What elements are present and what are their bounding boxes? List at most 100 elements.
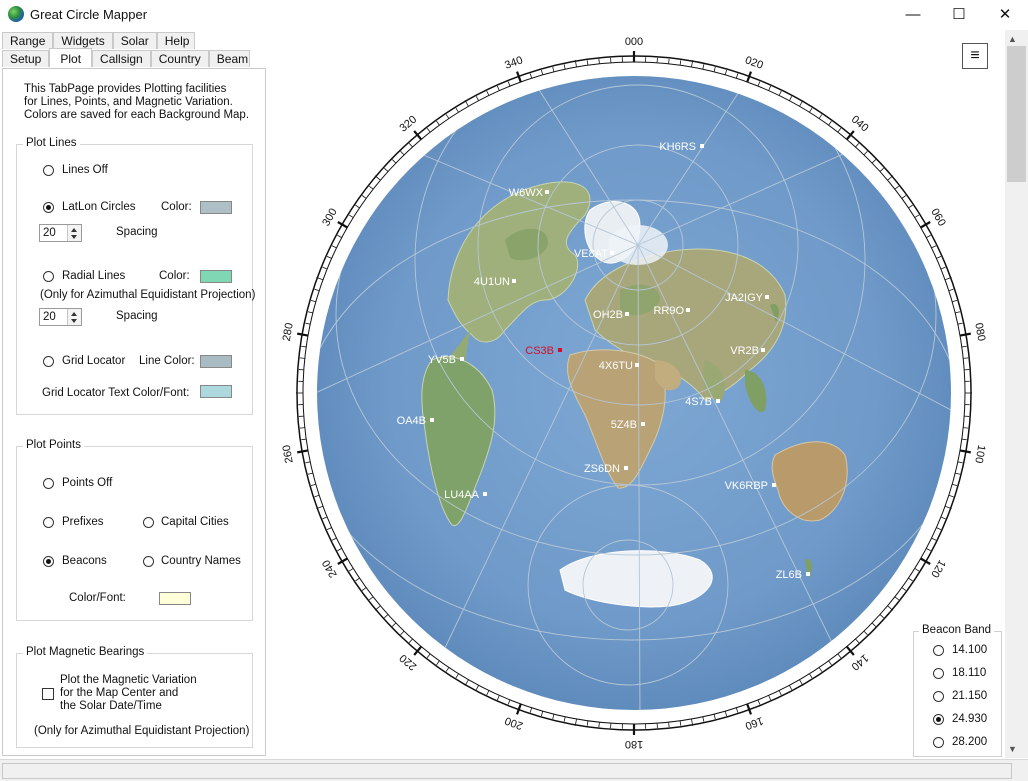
spin-up-icon[interactable]	[71, 312, 77, 316]
bearing-label-320: 320	[397, 114, 419, 135]
hamburger-menu-button[interactable]: ≡	[962, 43, 988, 69]
globe-app-icon	[8, 6, 24, 22]
tab-setup[interactable]: Setup	[2, 50, 50, 67]
beacon-band-label: 21.150	[952, 690, 988, 702]
beacon-marker[interactable]	[806, 572, 810, 576]
country-names-radio[interactable]	[143, 556, 154, 567]
magnetic-desc-2: for the Map Center and	[60, 687, 179, 699]
beacon-label: CS3B	[525, 345, 554, 357]
spin-down-icon[interactable]	[71, 235, 77, 239]
bearing-label-260: 260	[281, 444, 296, 464]
tab-beam[interactable]: Beam	[208, 50, 250, 67]
radial-spacing-label: Spacing	[116, 310, 158, 322]
azimuthal-map[interactable]: 000 020 040 060 080 100 120 140 160 180 200 220 240 2…	[270, 30, 1005, 758]
latlon-spacing-value: 20	[43, 227, 56, 239]
minimize-icon[interactable]: —	[890, 0, 936, 30]
beacon-marker[interactable]	[716, 399, 720, 403]
grid-line-color-swatch[interactable]	[200, 355, 232, 368]
points-off-radio[interactable]	[43, 478, 54, 489]
close-icon[interactable]: ✕	[982, 0, 1028, 30]
prefixes-radio[interactable]	[43, 517, 54, 528]
grid-text-color-swatch[interactable]	[200, 385, 232, 398]
beacon-marker[interactable]	[765, 295, 769, 299]
latlon-circles-radio[interactable]	[43, 202, 54, 213]
beacon-marker[interactable]	[625, 312, 629, 316]
magnetic-bearings-group: Plot Magnetic Bearings Plot the Magnetic…	[16, 646, 253, 748]
radial-lines-label: Radial Lines	[62, 270, 126, 282]
beacon-marker[interactable]	[512, 279, 516, 283]
beacon-marker[interactable]	[610, 251, 614, 255]
scroll-up-icon[interactable]: ▲	[1008, 34, 1017, 44]
bearing-label-340: 340	[503, 54, 524, 72]
tab-plot[interactable]: Plot	[49, 48, 93, 67]
beacon-label: VK6RBP	[725, 480, 768, 492]
grid-line-color-label: Line Color:	[139, 355, 195, 367]
tab-widgets[interactable]: Widgets	[53, 32, 113, 49]
beacon-marker[interactable]	[761, 348, 765, 352]
tab-help[interactable]: Help	[156, 32, 195, 49]
beacon-marker[interactable]	[558, 348, 562, 352]
bearing-label-180: 180	[625, 738, 643, 750]
lines-off-label: Lines Off	[62, 164, 108, 176]
points-color-font-swatch[interactable]	[159, 592, 191, 605]
prefixes-label: Prefixes	[62, 516, 104, 528]
beacon-marker[interactable]	[641, 422, 645, 426]
tab-country[interactable]: Country	[150, 50, 209, 67]
bearing-tick	[668, 58, 670, 64]
magnetic-desc-3: the Solar Date/Time	[60, 700, 162, 712]
spin-up-icon[interactable]	[71, 228, 77, 232]
bearing-label-120: 120	[928, 558, 948, 580]
bearing-tick	[299, 357, 305, 359]
beacon-marker[interactable]	[460, 357, 464, 361]
beacon-band-radio[interactable]	[933, 737, 944, 748]
bearing-label-080: 080	[972, 322, 987, 342]
beacon-band-radio[interactable]	[933, 691, 944, 702]
beacon-marker[interactable]	[772, 483, 776, 487]
beacon-marker[interactable]	[686, 308, 690, 312]
radial-lines-radio[interactable]	[43, 271, 54, 282]
beacon-label: YV5B	[428, 354, 456, 366]
bearing-label-000: 000	[625, 36, 643, 48]
scrollbar-thumb[interactable]	[1007, 46, 1026, 182]
beacon-label: 4S7B	[685, 396, 712, 408]
capital-cities-radio[interactable]	[143, 517, 154, 528]
spinner-arrows[interactable]	[67, 225, 81, 241]
beacon-label: 5Z4B	[611, 419, 637, 431]
tab-solar[interactable]: Solar	[112, 32, 157, 49]
bearing-tick	[598, 58, 600, 64]
scroll-down-icon[interactable]: ▼	[1008, 744, 1017, 754]
beacon-marker[interactable]	[700, 144, 704, 148]
tab-callsign[interactable]: Callsign	[92, 50, 151, 67]
radial-spacing-spinner[interactable]: 20	[39, 308, 82, 326]
maximize-icon[interactable]: ☐	[936, 0, 982, 30]
beacon-label: 4X6TU	[599, 360, 633, 372]
bearing-label-020: 020	[743, 54, 764, 72]
beacon-marker[interactable]	[430, 418, 434, 422]
spin-down-icon[interactable]	[71, 319, 77, 323]
latlon-color-label: Color:	[161, 201, 192, 213]
beacon-band-label: 24.930	[952, 713, 988, 725]
radial-color-label: Color:	[159, 270, 190, 282]
beacon-marker[interactable]	[624, 466, 628, 470]
spinner-arrows[interactable]	[67, 309, 81, 325]
beacon-label: ZL6B	[776, 569, 802, 581]
tab-range[interactable]: Range	[2, 32, 54, 49]
beacon-marker[interactable]	[635, 363, 639, 367]
bearing-tick	[963, 427, 969, 429]
beacon-band-radio[interactable]	[933, 668, 944, 679]
capital-cities-label: Capital Cities	[161, 516, 229, 528]
beacons-radio[interactable]	[43, 556, 54, 567]
latlon-color-swatch[interactable]	[200, 201, 232, 214]
beacon-marker[interactable]	[545, 190, 549, 194]
bearing-tick	[963, 357, 969, 359]
beacon-band-radio[interactable]	[933, 645, 944, 656]
beacon-marker[interactable]	[483, 492, 487, 496]
plot-lines-group: Plot Lines Lines Off LatLon Circles Colo…	[16, 137, 255, 415]
beacon-band-radio[interactable]	[933, 714, 944, 725]
grid-locator-radio[interactable]	[43, 356, 54, 367]
lines-off-radio[interactable]	[43, 165, 54, 176]
latlon-circles-label: LatLon Circles	[62, 201, 136, 213]
radial-color-swatch[interactable]	[200, 270, 232, 283]
magnetic-variation-checkbox[interactable]	[42, 688, 54, 700]
latlon-spacing-spinner[interactable]: 20	[39, 224, 82, 242]
